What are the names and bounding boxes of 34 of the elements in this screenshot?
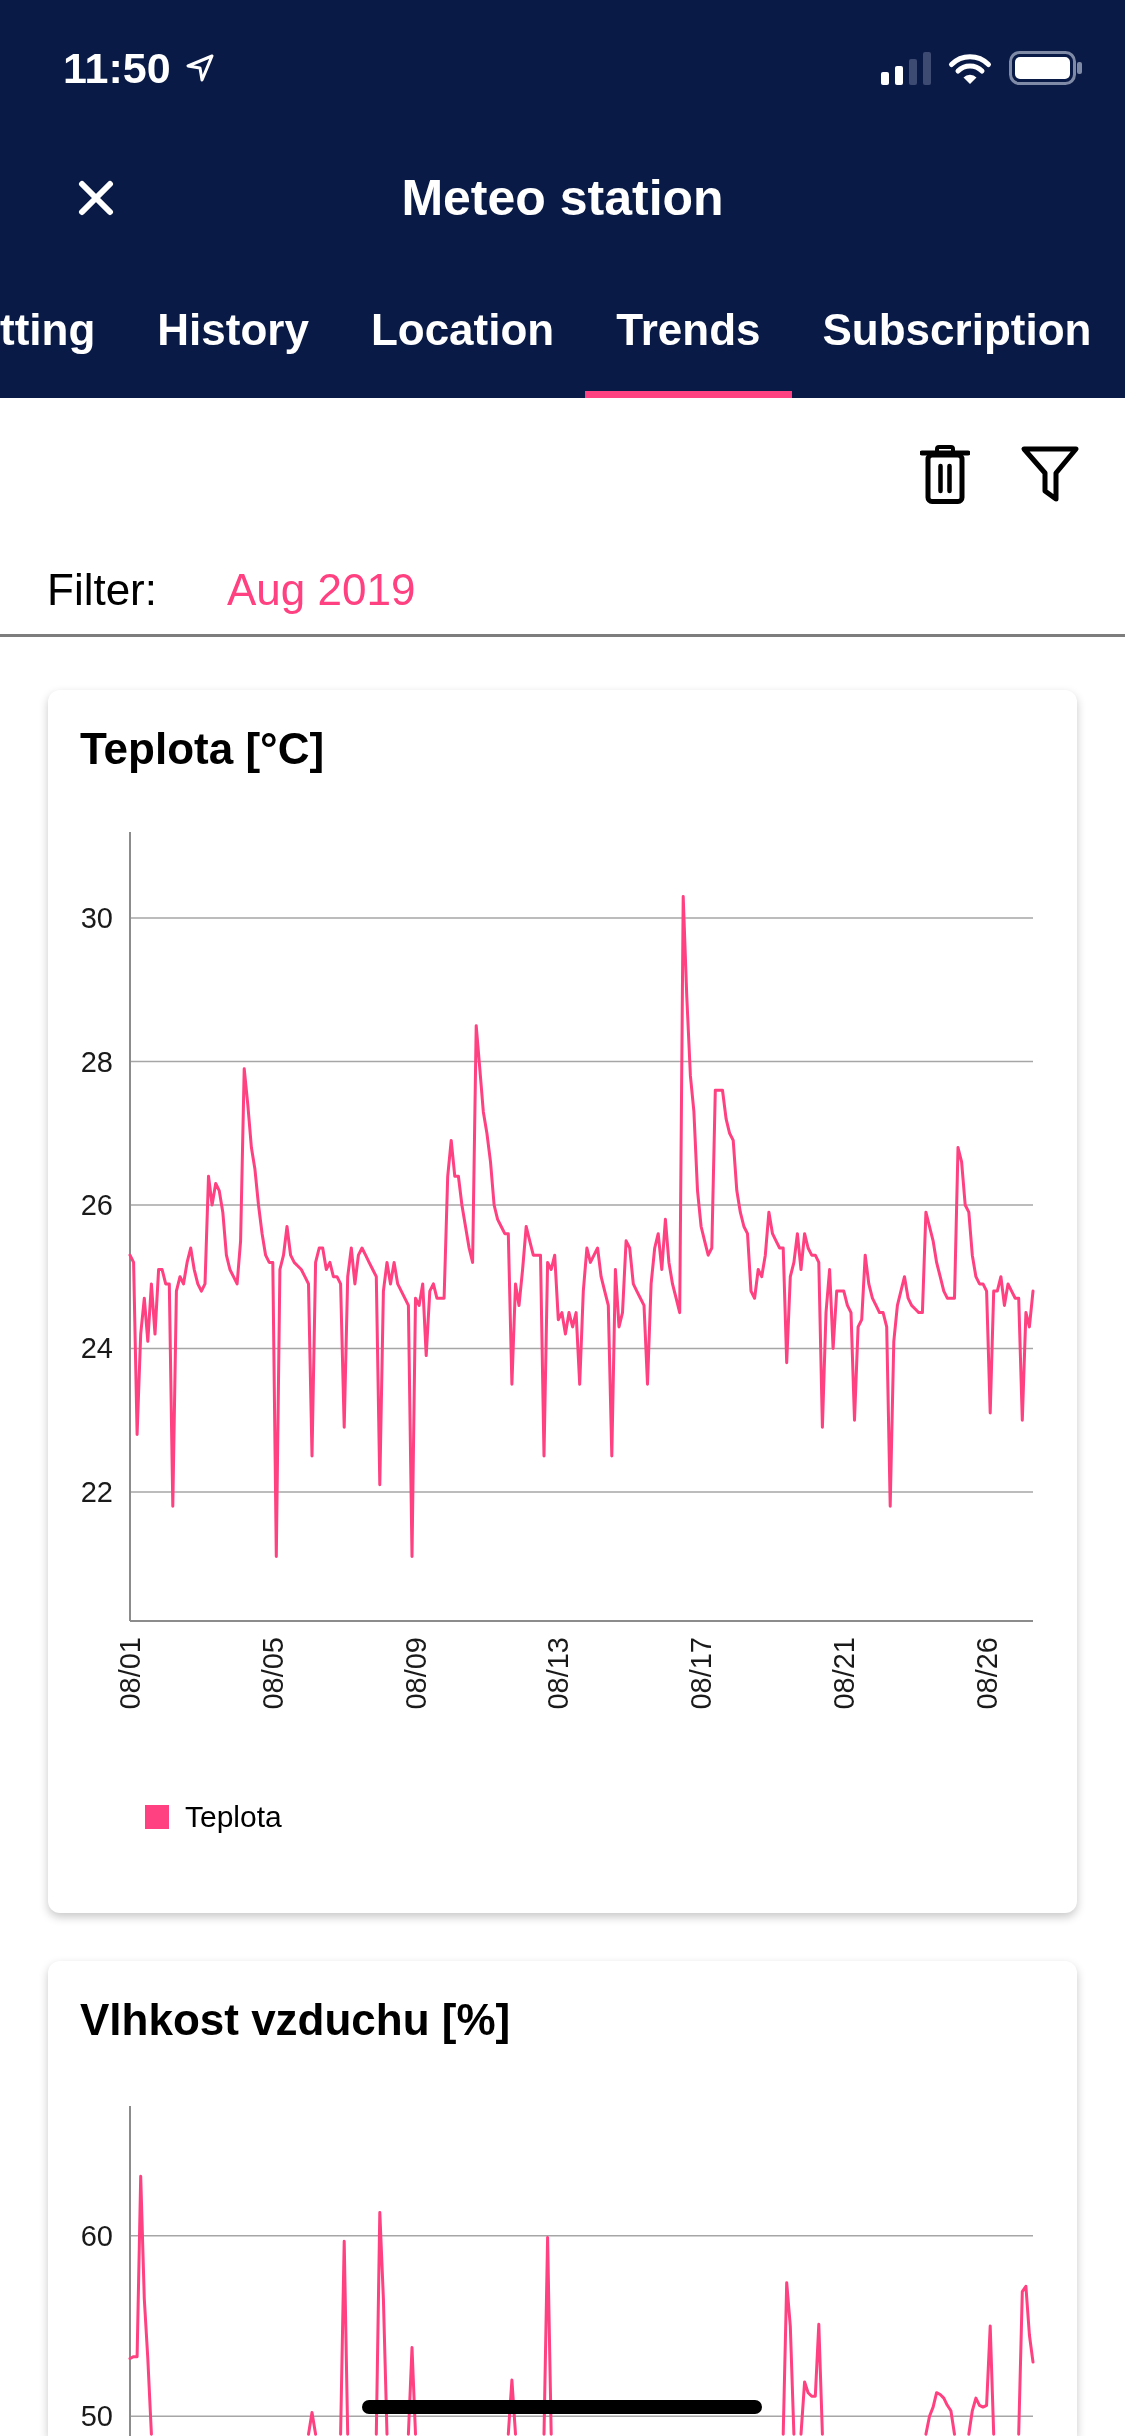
x-tick-label: 08/09 <box>399 1637 432 1710</box>
y-tick-label: 50 <box>80 2400 113 2433</box>
y-tick-label: 26 <box>80 1189 113 1221</box>
filter-label: Filter: <box>47 565 157 615</box>
filter-button[interactable] <box>1020 445 1080 503</box>
y-tick-label: 28 <box>80 1045 113 1078</box>
x-tick-label: 08/17 <box>685 1637 718 1710</box>
battery-icon <box>1009 51 1082 85</box>
tab[interactable]: Location <box>339 260 586 398</box>
tab[interactable]: tting <box>0 260 127 398</box>
x-tick-label: 08/26 <box>970 1637 1003 1710</box>
chart-title: Teplota [°C] <box>79 724 326 774</box>
delete-button[interactable] <box>920 445 970 504</box>
close-icon <box>78 180 114 216</box>
y-tick-label: 30 <box>80 902 113 935</box>
tab[interactable]: Trends <box>585 260 792 398</box>
y-tick-label: 24 <box>80 1332 113 1365</box>
signal-icon <box>881 51 931 85</box>
x-tick-label: 08/21 <box>827 1637 860 1710</box>
x-tick-label: 08/13 <box>542 1637 575 1710</box>
chart-title: Vlhkost vzduchu [%] <box>79 1995 512 2045</box>
location-arrow-icon <box>184 53 215 83</box>
status-time: 11:50 <box>63 43 171 93</box>
legend-label: Teplota <box>185 1800 282 1834</box>
x-tick-label: 08/01 <box>114 1637 146 1710</box>
filter-icon <box>1020 445 1080 503</box>
tab[interactable]: Subscription <box>791 260 1123 398</box>
x-tick-label: 08/05 <box>256 1637 289 1710</box>
y-tick-label: 60 <box>80 2219 113 2252</box>
tab[interactable]: History <box>126 260 340 398</box>
header-title: Meteo station <box>401 169 724 227</box>
wifi-icon <box>947 51 993 85</box>
trash-icon <box>920 445 970 504</box>
y-tick-label: 22 <box>80 1475 113 1508</box>
